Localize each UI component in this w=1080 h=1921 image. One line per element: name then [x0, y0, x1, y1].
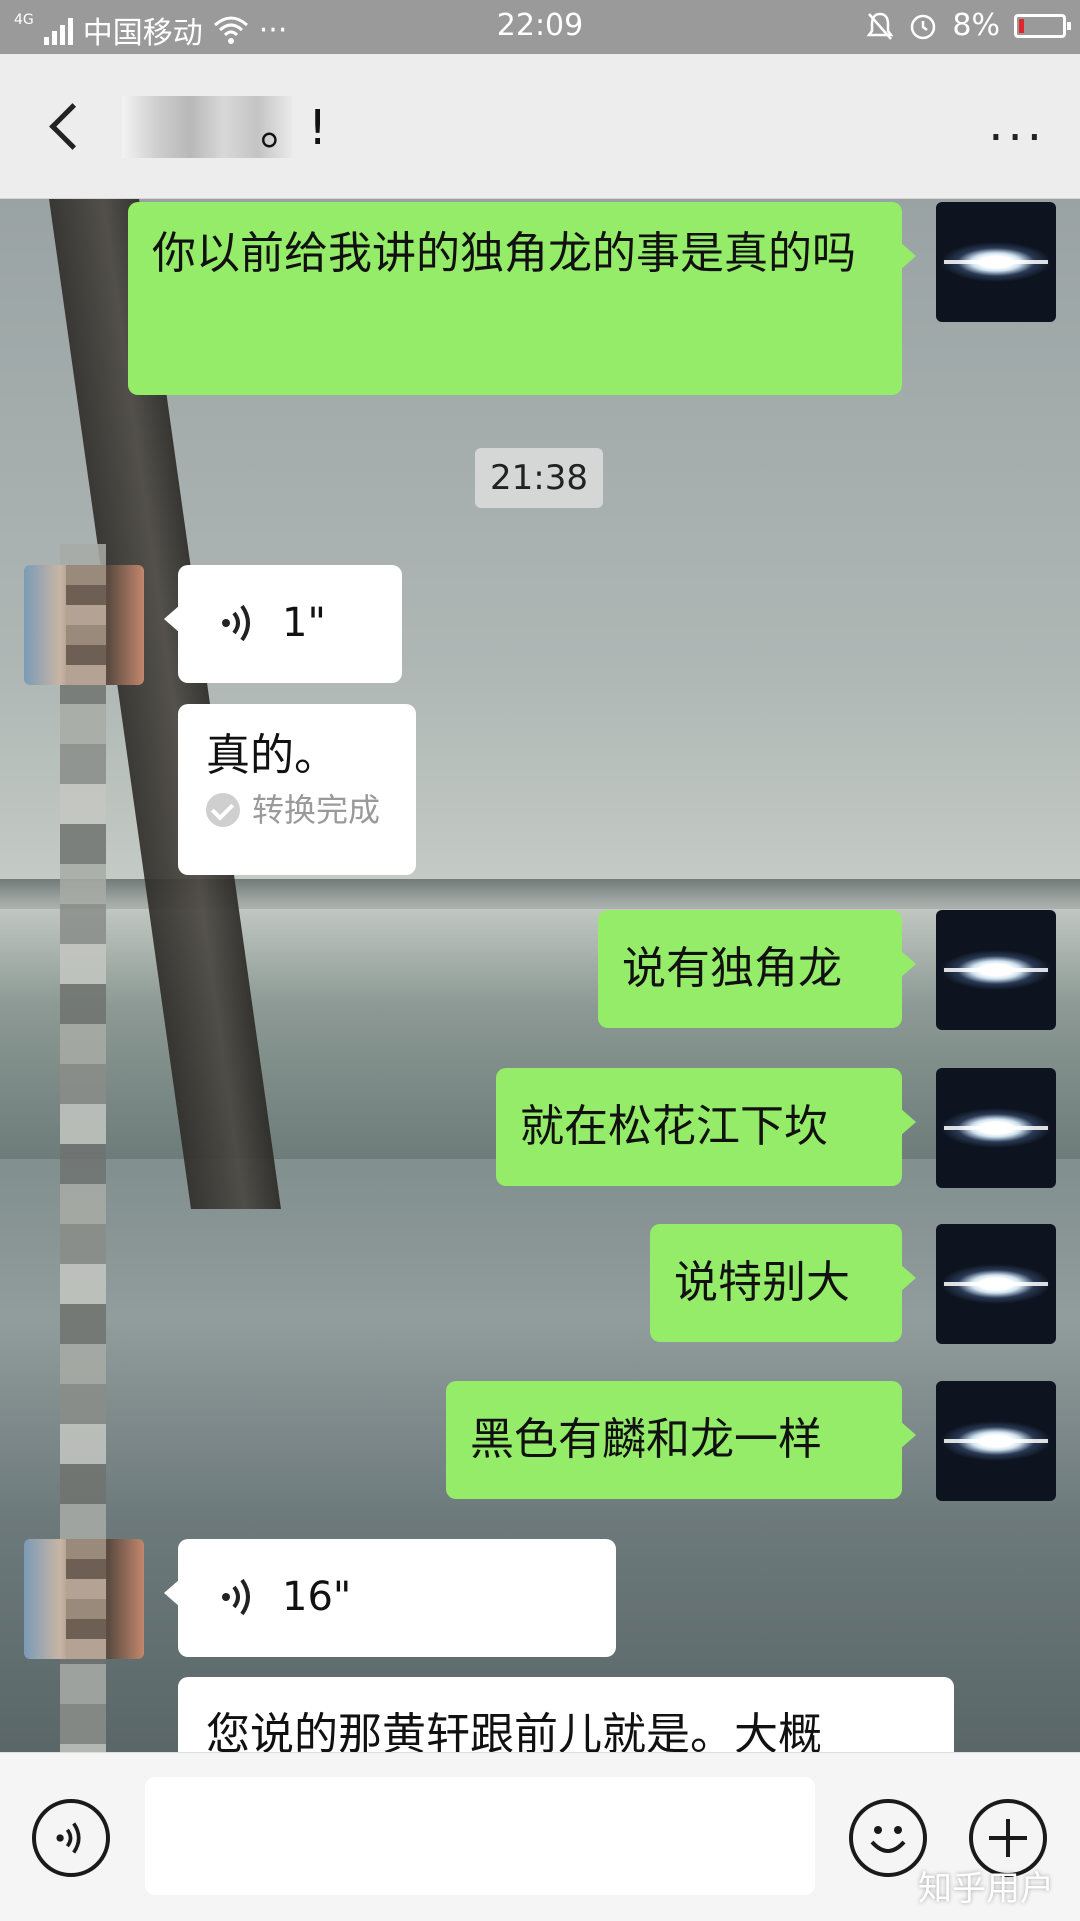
voice-wave-icon [222, 1578, 250, 1616]
plus-icon [989, 1819, 1027, 1857]
message-text: 黑色有麟和龙一样 [470, 1414, 822, 1465]
check-icon [206, 793, 240, 827]
voice-message-bubble[interactable]: 1" [164, 565, 402, 683]
back-button[interactable] [38, 98, 98, 158]
chat-title: 。! [260, 100, 328, 156]
message-bubble-sent[interactable]: 说特别大 [650, 1224, 916, 1342]
alarm-icon [911, 14, 936, 39]
my-avatar[interactable] [936, 1381, 1056, 1501]
message-input[interactable] [145, 1777, 815, 1895]
emoji-button[interactable] [849, 1799, 927, 1877]
watermark-text: 知乎用户 [918, 1869, 1054, 1909]
my-avatar[interactable] [936, 910, 1056, 1030]
voice-duration: 16" [282, 1574, 352, 1620]
input-bar: 知乎用户 [0, 1752, 1080, 1921]
battery-percent: 8% [952, 8, 1000, 43]
message-bubble-sent[interactable]: 说有独角龙 [598, 910, 916, 1028]
message-bubble-sent[interactable]: 你以前给我讲的独角龙的事是真的吗 [128, 202, 916, 395]
smiley-icon [870, 1826, 906, 1853]
more-options-button[interactable]: ··· [988, 110, 1046, 166]
message-text: 说特别大 [674, 1257, 850, 1308]
chat-area[interactable]: 你以前给我讲的独角龙的事是真的吗 21:38 1" 真的。 转换完成 说有独角龙… [0, 199, 1080, 1752]
voice-message-bubble[interactable]: 16" [164, 1539, 616, 1657]
voice-wave-icon [222, 604, 250, 642]
transcript-status: 转换完成 [252, 791, 381, 829]
chat-header: 。! ··· [0, 54, 1080, 199]
voice-duration: 1" [282, 600, 326, 646]
transcript-text: 真的。 [206, 730, 338, 781]
message-text: 你以前给我讲的独角龙的事是真的吗 [152, 228, 856, 279]
status-right: 8% [866, 8, 1071, 43]
voice-transcript-bubble[interactable]: 真的。 转换完成 [178, 704, 416, 875]
voice-wave-icon [56, 1822, 81, 1854]
voice-input-button[interactable] [32, 1799, 110, 1877]
contact-avatar[interactable] [24, 565, 144, 685]
contact-avatar[interactable] [24, 1539, 144, 1659]
message-bubble-sent[interactable]: 黑色有麟和龙一样 [446, 1381, 916, 1499]
my-avatar[interactable] [936, 202, 1056, 322]
battery-icon [1014, 13, 1071, 38]
my-avatar[interactable] [936, 1068, 1056, 1188]
transcript-text: 您说的那黄轩跟前儿就是。大概 [206, 1709, 822, 1752]
chat-timestamp: 21:38 [475, 448, 603, 508]
mute-bell-icon [866, 12, 894, 40]
status-bar: 4G 中国移动 ··· 22:09 8% [0, 0, 1080, 54]
voice-transcript-bubble[interactable]: 您说的那黄轩跟前儿就是。大概 [178, 1677, 954, 1752]
message-bubble-sent[interactable]: 就在松花江下坎 [496, 1068, 916, 1186]
message-text: 就在松花江下坎 [520, 1101, 828, 1152]
message-text: 说有独角龙 [622, 943, 842, 994]
my-avatar[interactable] [936, 1224, 1056, 1344]
